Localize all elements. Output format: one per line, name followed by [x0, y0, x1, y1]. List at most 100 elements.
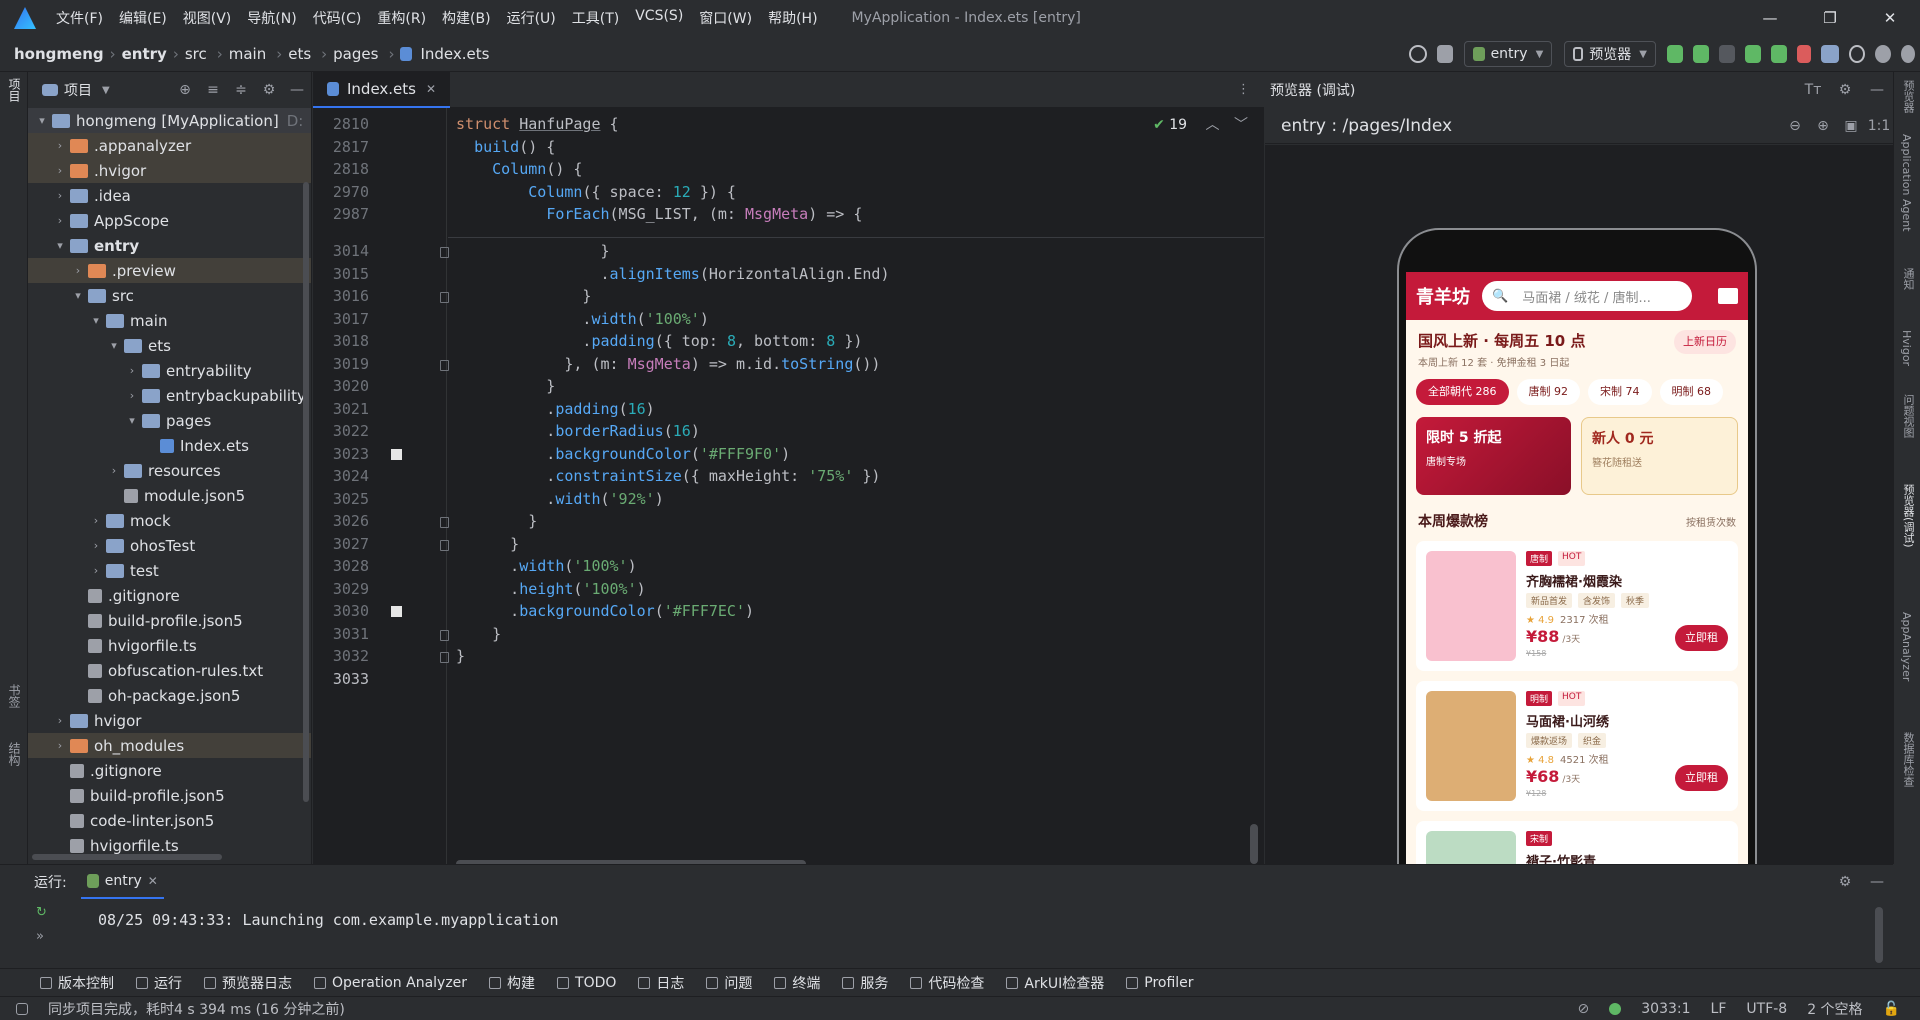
right-tool-button[interactable]: Application Agent: [1900, 134, 1913, 232]
product-card[interactable]: 唐制 HOT 齐胸襦裙·烟霞染 新品首发 含发饰 秋季 ★ 4.9 2317 次租 ¥88/3天…: [1416, 541, 1738, 671]
tree-row[interactable]: › oh_modules: [28, 733, 311, 758]
chevron-right-icon[interactable]: ›: [70, 264, 86, 277]
right-tool-button[interactable]: 问题视图: [1900, 394, 1916, 438]
tool-window-button[interactable]: 代码检查: [910, 973, 984, 993]
crumb-src[interactable]: src: [185, 45, 207, 63]
promo-newuser-card[interactable]: 新人 0 元 簪花随租送: [1581, 417, 1738, 495]
message-icon[interactable]: [1718, 288, 1738, 304]
status-ok-icon[interactable]: [1609, 1002, 1622, 1015]
crumb-pages[interactable]: pages: [333, 45, 378, 63]
chevron-down-icon[interactable]: ▾: [106, 339, 122, 352]
project-tool-button[interactable]: 项目: [6, 78, 23, 102]
color-swatch-icon[interactable]: [391, 448, 402, 460]
gear-icon[interactable]: ⚙: [255, 82, 283, 98]
device-dropdown[interactable]: 预览器 ▼: [1564, 41, 1656, 67]
tree-row[interactable]: Index.ets: [28, 433, 311, 458]
tree-row[interactable]: build-profile.json5: [28, 608, 311, 633]
chevron-right-icon[interactable]: ›: [52, 189, 68, 202]
hammer-icon[interactable]: [1436, 45, 1453, 63]
section-sort-link[interactable]: 按租赁次数: [1686, 514, 1736, 529]
more-icon[interactable]: »: [36, 929, 47, 953]
tree-row[interactable]: build-profile.json5: [28, 783, 311, 808]
menu-item[interactable]: 编辑(E): [111, 8, 175, 28]
locate-icon[interactable]: ⊕: [171, 82, 199, 98]
zoom-in-icon[interactable]: ⊕: [1809, 118, 1837, 134]
project-horizontal-scrollbar[interactable]: [32, 854, 222, 860]
chevron-right-icon[interactable]: ›: [124, 364, 140, 377]
chevron-right-icon[interactable]: ›: [88, 514, 104, 527]
collapse-all-icon[interactable]: ≑: [227, 82, 255, 98]
right-tool-button[interactable]: 预览器: [1900, 80, 1916, 113]
chevron-down-icon[interactable]: ▾: [70, 289, 86, 302]
tree-row[interactable]: module.json5: [28, 483, 311, 508]
chevron-down-icon[interactable]: ﹀: [1234, 117, 1248, 133]
actual-size-icon[interactable]: 1:1: [1865, 118, 1893, 134]
tool-window-button[interactable]: 运行: [136, 973, 182, 993]
right-tool-button[interactable]: AppAnalyzer: [1900, 612, 1913, 681]
chevron-right-icon[interactable]: ›: [88, 539, 104, 552]
chevron-right-icon[interactable]: ›: [52, 214, 68, 227]
filter-chip[interactable]: 唐制 92: [1516, 379, 1580, 405]
tree-row[interactable]: obfuscation-rules.txt: [28, 658, 311, 683]
tree-row[interactable]: ▾ src: [28, 283, 311, 308]
debug-icon[interactable]: [1693, 45, 1709, 63]
chevron-right-icon[interactable]: ›: [52, 739, 68, 752]
tool-window-button[interactable]: Operation Analyzer: [314, 975, 467, 991]
tree-row[interactable]: › hvigor: [28, 708, 311, 733]
tree-row[interactable]: › mock: [28, 508, 311, 533]
close-icon[interactable]: ✕: [1860, 0, 1920, 36]
tree-row[interactable]: › entryability: [28, 358, 311, 383]
tree-row[interactable]: › .idea: [28, 183, 311, 208]
menu-item[interactable]: 代码(C): [305, 8, 370, 28]
crumb-main[interactable]: main: [229, 45, 266, 63]
project-panel-title[interactable]: 项目: [64, 80, 92, 100]
rent-now-button[interactable]: 立即租: [1675, 765, 1728, 791]
attach-icon[interactable]: [1719, 45, 1735, 63]
tree-row[interactable]: › AppScope: [28, 208, 311, 233]
rerun-icon[interactable]: ↻: [36, 905, 47, 929]
apply-changes-icon[interactable]: [1745, 45, 1761, 63]
fit-screen-icon[interactable]: ▣: [1837, 118, 1865, 134]
tree-row[interactable]: › entrybackupability: [28, 383, 311, 408]
gear-icon[interactable]: [1875, 45, 1891, 63]
chevron-right-icon[interactable]: ›: [52, 714, 68, 727]
chevron-right-icon[interactable]: ›: [52, 164, 68, 177]
filter-chip[interactable]: 全部朝代 286: [1416, 379, 1509, 405]
file-encoding[interactable]: UTF-8: [1746, 1001, 1787, 1017]
menu-item[interactable]: 视图(V): [175, 8, 240, 28]
tool-window-button[interactable]: 终端: [774, 973, 820, 993]
tree-row[interactable]: code-linter.json5: [28, 808, 311, 833]
tree-row[interactable]: › .appanalyzer: [28, 133, 311, 158]
crumb-module[interactable]: entry: [122, 45, 167, 63]
indent-setting[interactable]: 2 个空格: [1807, 999, 1862, 1019]
right-tool-button[interactable]: Hvigor: [1900, 330, 1913, 366]
chevron-down-icon[interactable]: ▾: [88, 314, 104, 327]
tree-row[interactable]: › .hvigor: [28, 158, 311, 183]
rent-now-button[interactable]: 立即租: [1675, 625, 1728, 651]
tree-row[interactable]: ▾ hongmeng [MyApplication] D:: [28, 108, 311, 133]
menu-item[interactable]: 帮助(H): [760, 8, 825, 28]
menu-item[interactable]: 文件(F): [48, 8, 111, 28]
right-tool-button[interactable]: 通知: [1900, 268, 1916, 290]
tree-row[interactable]: .gitignore: [28, 758, 311, 783]
promo-discount-card[interactable]: 限时 5 折起 唐制专场: [1416, 417, 1571, 495]
right-tool-button[interactable]: 预览器(调试): [1900, 484, 1916, 548]
tree-row[interactable]: ▾ pages: [28, 408, 311, 433]
tree-row[interactable]: hvigorfile.ts: [28, 633, 311, 658]
menu-item[interactable]: 构建(B): [434, 8, 499, 28]
chevron-right-icon[interactable]: ›: [88, 564, 104, 577]
code-area[interactable]: struct HanfuPage { build() { Column() { …: [448, 108, 1264, 864]
tab-index-ets[interactable]: Index.ets ✕: [313, 72, 451, 108]
account-icon[interactable]: [1901, 45, 1915, 63]
run-config-dropdown[interactable]: entry ▼: [1463, 41, 1553, 67]
menu-item[interactable]: VCS(S): [627, 8, 691, 28]
menu-item[interactable]: 重构(R): [369, 8, 434, 28]
calendar-button[interactable]: 上新日历: [1674, 330, 1736, 354]
power-save-icon[interactable]: ⊘: [1578, 1001, 1590, 1017]
tool-window-button[interactable]: TODO: [557, 975, 616, 991]
right-tool-button[interactable]: 数据库检查: [1900, 732, 1916, 787]
line-separator[interactable]: LF: [1711, 1001, 1727, 1017]
minimize-icon[interactable]: —: [1740, 0, 1800, 36]
search-icon[interactable]: [1849, 45, 1865, 63]
tree-row[interactable]: › .preview: [28, 258, 311, 283]
